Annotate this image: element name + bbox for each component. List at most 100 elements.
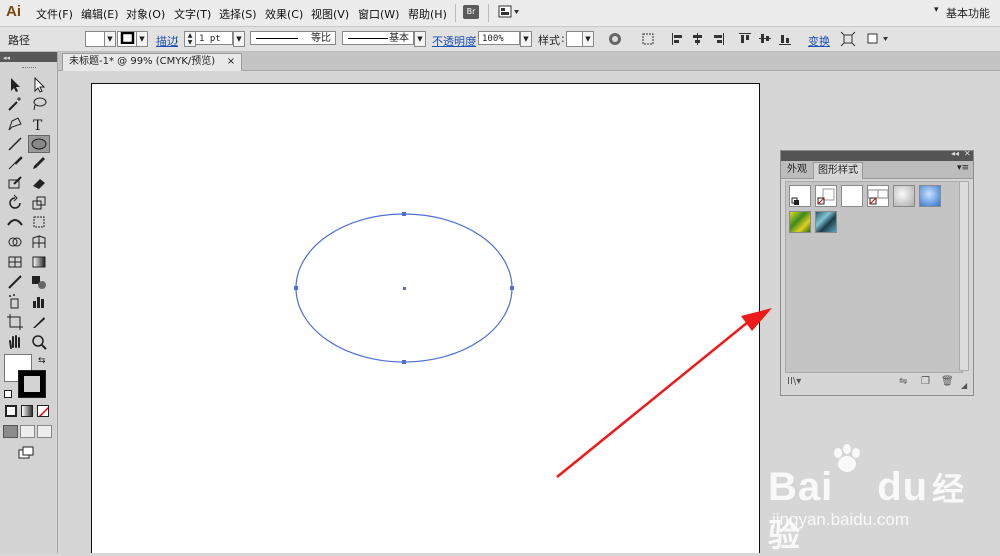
new-graphic-style-icon[interactable]: ❐	[921, 376, 930, 387]
collapse-icon[interactable]: ◂◂	[0, 52, 57, 62]
gradient-tool[interactable]	[30, 253, 48, 271]
artboard-tool[interactable]	[6, 313, 24, 331]
style-swatch-plain[interactable]	[841, 185, 863, 207]
anchor-point-right[interactable]	[510, 286, 514, 290]
paintbrush-tool[interactable]	[6, 154, 24, 172]
pencil-tool[interactable]	[30, 154, 48, 172]
fill-stroke-proxy[interactable]: ⇆	[4, 354, 52, 402]
draw-inside-button[interactable]	[37, 425, 52, 438]
stroke-dropdown[interactable]: ▼	[136, 31, 148, 47]
panel-options-button[interactable]	[866, 31, 888, 47]
opacity-panel-link[interactable]: 不透明度	[432, 33, 476, 49]
resize-grip-icon[interactable]: ◢	[961, 381, 967, 390]
artboard[interactable]	[91, 83, 760, 553]
workspace-switcher[interactable]: ▾ 基本功能	[934, 5, 990, 21]
align-top-button[interactable]	[737, 31, 753, 47]
tab-graphic-styles[interactable]: 图形样式	[813, 162, 863, 179]
anchor-point-left[interactable]	[294, 286, 298, 290]
eraser-tool[interactable]	[30, 174, 48, 192]
close-icon[interactable]: ×	[227, 54, 235, 70]
transform-panel-link[interactable]: 变换	[808, 33, 830, 49]
menu-help[interactable]: 帮助(H)	[408, 6, 447, 22]
direct-selection-tool[interactable]	[30, 76, 48, 94]
gradient-mode-button[interactable]	[21, 405, 33, 417]
free-transform-tool[interactable]	[30, 213, 48, 231]
scale-tool[interactable]	[30, 194, 48, 212]
isolate-button[interactable]	[840, 31, 856, 47]
style-swatch-gray-shadow[interactable]	[893, 185, 915, 207]
brush-dropdown[interactable]: ▼	[414, 31, 426, 47]
close-icon[interactable]: ✕	[964, 149, 971, 158]
opacity-field[interactable]: 100%	[478, 31, 520, 45]
type-tool[interactable]: T	[30, 115, 48, 134]
style-swatch-default-no-fill[interactable]	[815, 185, 837, 207]
variable-width-profile-select[interactable]: 等比	[250, 31, 336, 45]
line-tool[interactable]	[6, 135, 24, 153]
bridge-button[interactable]: Br	[463, 5, 479, 19]
align-center-button[interactable]	[690, 31, 706, 47]
panel-menu-icon[interactable]: ▾≡	[957, 163, 969, 173]
hand-tool[interactable]	[6, 333, 24, 351]
menu-file[interactable]: 文件(F)	[36, 6, 73, 22]
graphic-style-dropdown[interactable]: ▼	[582, 31, 594, 47]
opacity-dropdown[interactable]: ▼	[520, 31, 532, 47]
menu-select[interactable]: 选择(S)	[219, 6, 257, 22]
anchor-point-bottom[interactable]	[402, 360, 406, 364]
blob-brush-tool[interactable]	[6, 174, 24, 192]
mesh-tool[interactable]	[6, 253, 24, 271]
style-swatch-blue-texture[interactable]	[815, 211, 837, 233]
collapse-icon[interactable]: ◂◂	[951, 149, 959, 158]
draw-normal-button[interactable]	[3, 425, 18, 438]
stroke-swatch[interactable]	[18, 370, 46, 398]
slice-tool[interactable]	[30, 313, 48, 331]
column-graph-tool[interactable]	[30, 293, 48, 311]
style-swatch-no-fill-stroke[interactable]	[867, 185, 889, 207]
tools-panel-grip[interactable]	[22, 67, 36, 70]
menu-object[interactable]: 对象(O)	[126, 6, 165, 22]
style-swatch-default[interactable]	[789, 185, 811, 207]
style-swatch-green-texture[interactable]	[789, 211, 811, 233]
ellipse-tool[interactable]	[28, 135, 50, 153]
align-middle-button[interactable]	[757, 31, 773, 47]
lasso-tool[interactable]	[30, 95, 48, 113]
default-fill-stroke-icon[interactable]	[4, 390, 12, 398]
blend-tool[interactable]	[30, 273, 48, 291]
menu-edit[interactable]: 编辑(E)	[81, 6, 119, 22]
pen-tool[interactable]	[6, 115, 24, 133]
align-right-button[interactable]	[710, 31, 726, 47]
swap-fill-stroke-icon[interactable]: ⇆	[38, 356, 46, 366]
symbol-sprayer-tool[interactable]	[6, 293, 24, 311]
menu-view[interactable]: 视图(V)	[311, 6, 349, 22]
rotate-tool[interactable]	[6, 194, 24, 212]
draw-behind-button[interactable]	[20, 425, 35, 438]
stroke-weight-field[interactable]: 1 pt	[195, 31, 233, 45]
document-tab[interactable]: 未标题-1* @ 99% (CMYK/预览) ×	[62, 53, 243, 71]
arrange-documents-button[interactable]	[498, 5, 520, 19]
recolor-artwork-button[interactable]	[607, 31, 623, 47]
magic-wand-tool[interactable]	[6, 95, 24, 113]
none-mode-button[interactable]	[37, 405, 49, 417]
menu-effect[interactable]: 效果(C)	[265, 6, 303, 22]
brush-definition-select[interactable]: 基本	[342, 31, 414, 45]
width-tool[interactable]	[6, 213, 24, 231]
delete-icon[interactable]: 🗑	[941, 376, 954, 387]
align-to-button[interactable]	[640, 31, 656, 47]
align-bottom-button[interactable]	[777, 31, 793, 47]
perspective-grid-tool[interactable]	[30, 233, 48, 251]
fill-dropdown[interactable]: ▼	[104, 31, 116, 47]
screen-mode-button[interactable]	[17, 445, 35, 463]
selection-tool[interactable]	[6, 76, 24, 94]
eyedropper-tool[interactable]	[6, 273, 24, 291]
menu-window[interactable]: 窗口(W)	[358, 6, 399, 22]
zoom-tool[interactable]	[30, 333, 48, 351]
anchor-point-top[interactable]	[402, 212, 406, 216]
tab-appearance[interactable]: 外观	[783, 162, 811, 178]
panel-scrollbar[interactable]	[959, 181, 969, 371]
style-swatch-blue-gradient[interactable]	[919, 185, 941, 207]
stroke-weight-dropdown[interactable]: ▼	[233, 31, 245, 47]
shape-builder-tool[interactable]	[6, 233, 24, 251]
graphic-styles-library-icon[interactable]: II\▾	[787, 376, 801, 387]
break-link-icon[interactable]: ⇋	[899, 376, 907, 387]
panel-header[interactable]: ◂◂ ✕	[781, 149, 973, 161]
menu-type[interactable]: 文字(T)	[174, 6, 211, 22]
